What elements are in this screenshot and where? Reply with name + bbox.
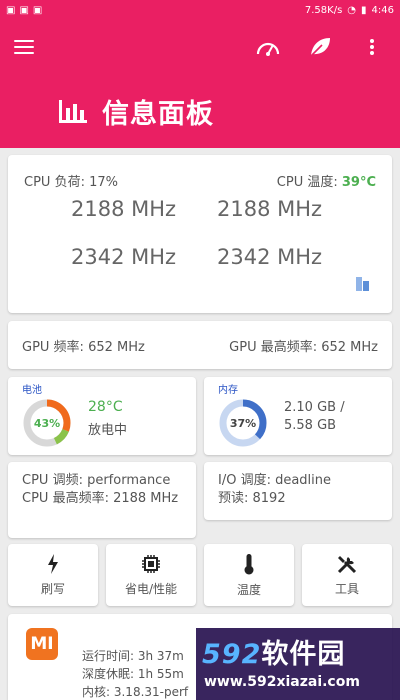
notification-icon: ▣ — [32, 4, 43, 16]
battery-card[interactable]: 电池 43% 28°C 放电中 — [8, 377, 196, 455]
header-title-row: 信息面板 — [0, 74, 400, 148]
deep-sleep: 深度休眠: 1h 55m — [82, 667, 184, 681]
flash-button[interactable]: 刷写 — [8, 544, 98, 606]
cpu-core-freq: 2188 MHz — [71, 197, 177, 221]
menu-icon[interactable] — [14, 40, 34, 54]
tools-icon — [337, 555, 357, 573]
cpu-max-freq: CPU 最高频率: 2188 MHz — [22, 491, 179, 506]
notification-icon: ▣ — [6, 4, 16, 16]
battery-temp: 28°C — [88, 399, 123, 415]
memory-used: 2.10 GB / — [284, 400, 345, 415]
status-right: 7.58K/s ◔ ▮ 4:46 — [305, 5, 394, 16]
watermark-url: www.592xiazai.com — [204, 674, 360, 690]
battery-icon: ▮ — [361, 4, 367, 16]
tools-button[interactable]: 工具 — [302, 544, 392, 606]
dashboard-icon — [59, 100, 87, 123]
mi-logo: MI — [26, 628, 58, 660]
cpu-card: CPU 负荷: 17% CPU 温度: 39°C 2188 MHz 2188 M… — [8, 155, 392, 313]
chip-icon — [142, 554, 160, 573]
page-title: 信息面板 — [102, 98, 214, 130]
watermark: 592软件园 www.592xiazai.com — [196, 628, 400, 700]
gpu-card: GPU 频率: 652 MHz GPU 最高频率: 652 MHz — [8, 321, 392, 369]
cpu-graph-icon[interactable] — [356, 275, 370, 291]
cpu-governor: CPU 调频: performance — [22, 473, 171, 488]
notification-icon: ▣ — [19, 4, 29, 16]
temperature-button[interactable]: 温度 — [204, 544, 294, 606]
cpu-governor-card: CPU 调频: performance CPU 最高频率: 2188 MHz — [8, 462, 196, 538]
wifi-icon: ◔ — [347, 4, 357, 16]
readahead: 预读: 8192 — [218, 491, 286, 506]
uptime: 运行时间: 3h 37m — [82, 649, 184, 663]
flash-icon — [48, 553, 58, 574]
watermark-text: 软件园 — [261, 639, 346, 670]
watermark-number: 592 — [202, 639, 262, 670]
watermark-brand: 592软件园 — [202, 632, 345, 671]
power-performance-label: 省电/性能 — [124, 581, 178, 596]
battery-title: 电池 — [22, 385, 42, 396]
memory-total: 5.58 GB — [284, 418, 337, 433]
io-card: I/O 调度: deadline 预读: 8192 — [204, 462, 392, 520]
cpu-temp-label: CPU 温度: — [276, 175, 342, 190]
toolbar-actions — [254, 34, 386, 60]
gpu-max-freq: GPU 最高频率: 652 MHz — [229, 339, 378, 355]
cpu-temp: CPU 温度: 39°C — [277, 171, 376, 190]
speedometer-icon[interactable] — [254, 34, 282, 60]
battery-status: 放电中 — [88, 423, 128, 438]
flash-label: 刷写 — [40, 581, 65, 596]
toolbar — [0, 20, 400, 74]
cpu-core-freq: 2342 MHz — [71, 245, 177, 269]
cpu-load: CPU 负荷: 17% — [24, 175, 118, 190]
tools-label: 工具 — [334, 581, 359, 596]
battery-percent: 43% — [33, 416, 61, 430]
memory-usage: 2.10 GB / 5.58 GB — [284, 399, 345, 435]
more-options-icon[interactable] — [358, 34, 386, 60]
memory-card[interactable]: 内存 37% 2.10 GB / 5.58 GB — [204, 377, 392, 455]
clock: 4:46 — [371, 4, 394, 16]
gpu-freq: GPU 频率: 652 MHz — [22, 339, 145, 355]
temperature-label: 温度 — [236, 582, 261, 597]
thermometer-icon — [244, 553, 254, 574]
io-scheduler: I/O 调度: deadline — [218, 473, 332, 488]
network-speed: 7.58K/s — [304, 4, 343, 16]
status-left-icons: ▣ ▣ ▣ — [6, 5, 42, 16]
cpu-core-freq: 2342 MHz — [217, 245, 323, 269]
memory-title: 内存 — [218, 385, 238, 396]
memory-percent: 37% — [229, 416, 257, 430]
status-bar: ▣ ▣ ▣ 7.58K/s ◔ ▮ 4:46 — [0, 0, 400, 20]
cpu-core-freq: 2188 MHz — [217, 197, 323, 221]
kernel-version: 内核: 3.18.31-perf — [82, 685, 189, 699]
power-performance-button[interactable]: 省电/性能 — [106, 544, 196, 606]
cpu-temp-value: 39°C — [341, 175, 376, 190]
leaf-icon[interactable] — [306, 34, 334, 60]
